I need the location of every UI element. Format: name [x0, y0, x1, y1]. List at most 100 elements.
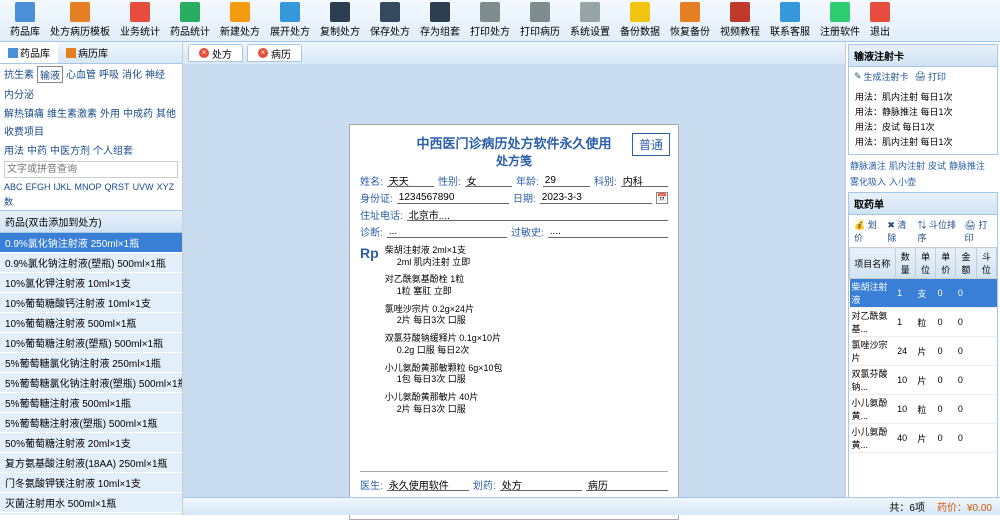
med-row[interactable]: 对乙酰氨基...1粒00	[850, 308, 997, 337]
toolbar-药品库[interactable]: 药品库	[5, 2, 45, 39]
inj-link-静脉推注[interactable]: 静脉推注	[949, 159, 985, 172]
drug-item[interactable]: 10%葡萄糖酸钙注射液 10ml×1支	[0, 293, 182, 313]
alpha-UVW[interactable]: UVW	[133, 182, 154, 192]
med-row[interactable]: 双氯芬酸钠...10片00	[850, 366, 997, 395]
med-row[interactable]: 柴胡注射液1支00	[850, 279, 997, 308]
diag-input[interactable]	[387, 226, 507, 238]
sex-input[interactable]	[465, 175, 512, 187]
tab-medical-record[interactable]: ×病历	[247, 44, 302, 62]
alpha-QRST[interactable]: QRST	[105, 182, 130, 192]
toolbar-恢复备份[interactable]: 恢复备份	[665, 2, 715, 39]
category-其他[interactable]: 其他	[156, 105, 176, 120]
drug-item[interactable]: 灭菌注射用水 500ml×1瓶	[0, 493, 182, 513]
toolbar-业务统计[interactable]: 业务统计	[115, 2, 165, 39]
age-input[interactable]	[543, 175, 590, 187]
tab-prescription[interactable]: ×处方	[188, 44, 243, 62]
inj-link-皮试[interactable]: 皮试	[928, 159, 946, 172]
toolbar-药品统计[interactable]: 药品统计	[165, 2, 215, 39]
category-解热镇痛[interactable]: 解热镇痛	[4, 105, 44, 120]
toolbar-处方病历模板[interactable]: 处方病历模板	[45, 2, 115, 39]
med-action-斗位排序[interactable]: ⇅ 斗位排序	[918, 218, 959, 244]
category-消化[interactable]: 消化	[122, 66, 142, 83]
category-神经[interactable]: 神经	[145, 66, 165, 83]
med-action-划价[interactable]: 💰 划价	[854, 218, 881, 244]
category-个人组套[interactable]: 个人组套	[93, 142, 133, 157]
toolbar-复制处方[interactable]: 复制处方	[315, 2, 365, 39]
drug-item[interactable]: 5%葡萄糖注射液(塑瓶) 500ml×1瓶	[0, 413, 182, 433]
print-button[interactable]: 🖨 打印	[915, 70, 946, 83]
name-input[interactable]	[387, 175, 434, 187]
med-row[interactable]: 小儿氨酚黄...10粒00	[850, 395, 997, 424]
med-row[interactable]: 小儿氨酚黄...40片00	[850, 424, 997, 453]
toolbar-退出[interactable]: 退出	[865, 2, 895, 39]
calendar-icon[interactable]: 📅	[656, 192, 668, 204]
category-用法[interactable]: 用法	[4, 142, 24, 157]
toolbar-保存处方[interactable]: 保存处方	[365, 2, 415, 39]
doctor-input[interactable]	[387, 479, 469, 491]
tab-drugstore[interactable]: 药品库	[0, 42, 58, 63]
med-action-清除[interactable]: ✖ 清除	[887, 218, 911, 244]
rx-drug-item[interactable]: 小儿氨酚黄那敏片 40片2片 每日3次 口服	[385, 392, 503, 415]
category-内分泌[interactable]: 内分泌	[4, 86, 34, 101]
date-input[interactable]	[540, 192, 652, 204]
dept-input[interactable]	[621, 175, 668, 187]
inj-link-入小壶[interactable]: 入小壶	[889, 175, 916, 188]
category-维生素激素[interactable]: 维生素激素	[47, 105, 97, 120]
record-input[interactable]	[586, 479, 668, 491]
alpha-EFGH[interactable]: EFGH	[26, 182, 51, 192]
toolbar-打印病历[interactable]: 打印病历	[515, 2, 565, 39]
category-抗生素[interactable]: 抗生素	[4, 66, 34, 83]
drug-item[interactable]: 5%葡萄糖氯化钠注射液(塑瓶) 500ml×1瓶	[0, 373, 182, 393]
close-icon[interactable]: ×	[258, 48, 268, 58]
drug-item[interactable]: 复方氨基酸注射液(18AA) 250ml×1瓶	[0, 453, 182, 473]
rx-drug-item[interactable]: 小儿氨酚黄那敏颗粒 6g×10包1包 每日3次 口服	[385, 363, 503, 386]
rx-drug-item[interactable]: 双氯芬酸钠缓释片 0.1g×10片0.2g 口服 每日2次	[385, 333, 503, 356]
drug-item[interactable]: 5%葡萄糖注射液 500ml×1瓶	[0, 393, 182, 413]
med-action-打印[interactable]: 🖨 打印	[964, 218, 992, 244]
inj-link-雾化吸入[interactable]: 雾化吸入	[850, 175, 886, 188]
toolbar-展开处方[interactable]: 展开处方	[265, 2, 315, 39]
category-中成药[interactable]: 中成药	[123, 105, 153, 120]
drug-item[interactable]: 10%氯化钾注射液 10ml×1支	[0, 273, 182, 293]
category-收费项目[interactable]: 收费项目	[4, 123, 44, 138]
toolbar-新建处方[interactable]: 新建处方	[215, 2, 265, 39]
toolbar-系统设置[interactable]: 系统设置	[565, 2, 615, 39]
category-心血管[interactable]: 心血管	[66, 66, 96, 83]
toolbar-备份数据[interactable]: 备份数据	[615, 2, 665, 39]
inj-link-肌内注射[interactable]: 肌内注射	[889, 159, 925, 172]
addr-input[interactable]	[407, 209, 668, 221]
toolbar-存为组套[interactable]: 存为组套	[415, 2, 465, 39]
category-输液[interactable]: 输液	[37, 66, 63, 83]
toolbar-打印处方[interactable]: 打印处方	[465, 2, 515, 39]
alpha-XYZ[interactable]: XYZ	[157, 182, 175, 192]
category-呼吸[interactable]: 呼吸	[99, 66, 119, 83]
inj-link-静脉滴注[interactable]: 静脉滴注	[850, 159, 886, 172]
gen-card-button[interactable]: ✎ 生成注射卡	[854, 70, 909, 83]
drug-item[interactable]: 5%葡萄糖氯化钠注射液 250ml×1瓶	[0, 353, 182, 373]
category-外用[interactable]: 外用	[100, 105, 120, 120]
close-icon[interactable]: ×	[199, 48, 209, 58]
category-中药[interactable]: 中药	[27, 142, 47, 157]
alpha-数[interactable]: 数	[4, 195, 13, 208]
drug-item[interactable]: 50%葡萄糖注射液 20ml×1支	[0, 433, 182, 453]
dispense-input[interactable]	[500, 479, 582, 491]
id-input[interactable]	[397, 192, 509, 204]
category-中医方剂[interactable]: 中医方剂	[50, 142, 90, 157]
toolbar-注册软件[interactable]: 注册软件	[815, 2, 865, 39]
drug-item[interactable]: 10%葡萄糖注射液 500ml×1瓶	[0, 313, 182, 333]
drug-item[interactable]: 门冬氨酸钾镁注射液 10ml×1支	[0, 473, 182, 493]
allergy-input[interactable]	[548, 226, 668, 238]
toolbar-联系客服[interactable]: 联系客服	[765, 2, 815, 39]
med-row[interactable]: 氯唑沙宗片24片00	[850, 337, 997, 366]
alpha-ABC[interactable]: ABC	[4, 182, 23, 192]
tab-records[interactable]: 病历库	[58, 42, 116, 63]
rx-drug-item[interactable]: 氯唑沙宗片 0.2g×24片2片 每日3次 口服	[385, 304, 503, 327]
drug-item[interactable]: 0.9%氯化钠注射液(塑瓶) 500ml×1瓶	[0, 253, 182, 273]
alpha-MNOP[interactable]: MNOP	[75, 182, 102, 192]
rx-drug-item[interactable]: 对乙酰氨基酚栓 1粒1粒 塞肛 立即	[385, 274, 503, 297]
search-input[interactable]	[4, 161, 178, 178]
toolbar-视频教程[interactable]: 视频教程	[715, 2, 765, 39]
alpha-IJKL[interactable]: IJKL	[54, 182, 72, 192]
drug-item[interactable]: 10%葡萄糖注射液(塑瓶) 500ml×1瓶	[0, 333, 182, 353]
rx-drug-item[interactable]: 柴胡注射液 2ml×1支2ml 肌内注射 立即	[385, 245, 503, 268]
